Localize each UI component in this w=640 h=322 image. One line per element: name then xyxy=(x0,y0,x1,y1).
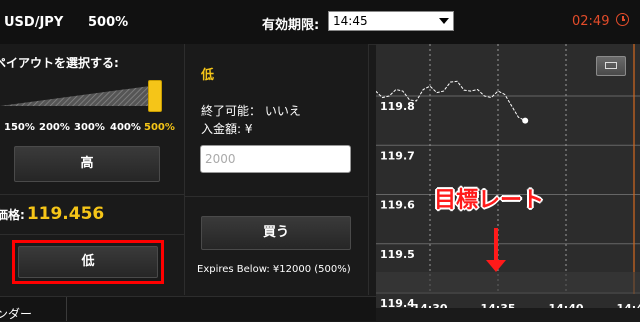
chevron-down-icon xyxy=(439,18,449,24)
price-chart: 119.8 119.7 119.6 119.5 119.414:30 14:35 14:40… xyxy=(376,44,640,308)
expiry-select[interactable]: 14:45 xyxy=(328,11,454,31)
high-button[interactable]: 高 xyxy=(14,146,160,182)
payout-option-selected[interactable]: 500% xyxy=(144,122,175,133)
slider-handle[interactable] xyxy=(148,80,162,112)
target-rate-annotation: 目標レート xyxy=(434,188,545,213)
chart-svg: 119.8 119.7 119.6 119.5 119.414:30 14:35 14:40… xyxy=(376,44,640,308)
amount-label: 入金額: ¥ xyxy=(201,122,253,136)
low-button[interactable]: 低 xyxy=(18,246,158,278)
price-label: 価格: xyxy=(0,208,25,222)
y-tick-label: 119.7 xyxy=(380,149,415,162)
direction-title: 低 xyxy=(201,68,215,83)
y-tick-label: 119.5 xyxy=(380,248,415,261)
top-bar: USD/JPY 500% 有効期限: 14:45 02:49 xyxy=(0,0,640,45)
calendar-tab[interactable]: ンダー xyxy=(0,305,32,322)
x-tick-label: 14:35 xyxy=(480,302,515,308)
annotation-arrow-head xyxy=(486,260,506,272)
payout-option[interactable]: 200% xyxy=(39,122,70,133)
payout-option[interactable]: 300% xyxy=(74,122,105,133)
clock-icon xyxy=(616,13,629,26)
divider xyxy=(0,234,184,235)
countdown-timer: 02:49 xyxy=(572,14,610,29)
y-tick-label: 119.4 xyxy=(380,297,415,308)
expires-below-text: Expires Below: ¥12000 (500%) xyxy=(197,264,351,275)
window-icon[interactable] xyxy=(596,56,626,76)
order-panel: 低 終了可能： いいえ 入金額: ¥ 2000 買う Expires Below… xyxy=(185,44,369,295)
expiry-label: 有効期限: xyxy=(262,18,320,33)
y-tick-label: 119.8 xyxy=(380,100,415,113)
y-tick-label: 119.6 xyxy=(380,199,415,212)
divider xyxy=(0,194,184,195)
left-panel: ペイアウトを選択する: 150% 200% 300% 400% 500% 高 価… xyxy=(0,44,185,295)
divider xyxy=(185,196,368,197)
payout-rate: 500% xyxy=(88,15,129,30)
x-tick-label: 14:30 xyxy=(412,302,447,308)
highlight-box: 低 xyxy=(12,240,164,284)
currency-pair: USD/JPY xyxy=(4,15,64,30)
price-value: 119.456 xyxy=(26,204,105,224)
divider xyxy=(66,297,67,321)
buy-button[interactable]: 買う xyxy=(201,216,351,250)
bottom-bar: ンダー xyxy=(0,296,376,321)
payout-option[interactable]: 400% xyxy=(110,122,141,133)
current-price-point xyxy=(522,117,529,124)
amount-input[interactable]: 2000 xyxy=(200,145,351,173)
expiry-value: 14:45 xyxy=(333,14,368,28)
payout-select-label: ペイアウトを選択する: xyxy=(0,56,119,70)
shaded-band xyxy=(376,272,640,294)
x-tick-label: 14:45 xyxy=(616,302,640,308)
payout-option[interactable]: 150% xyxy=(4,122,35,133)
price-display: 価格: 119.456 xyxy=(0,204,104,224)
payout-slider[interactable] xyxy=(0,82,160,110)
x-tick-label: 14:40 xyxy=(548,302,583,308)
end-possible-text: 終了可能： いいえ xyxy=(201,104,301,118)
